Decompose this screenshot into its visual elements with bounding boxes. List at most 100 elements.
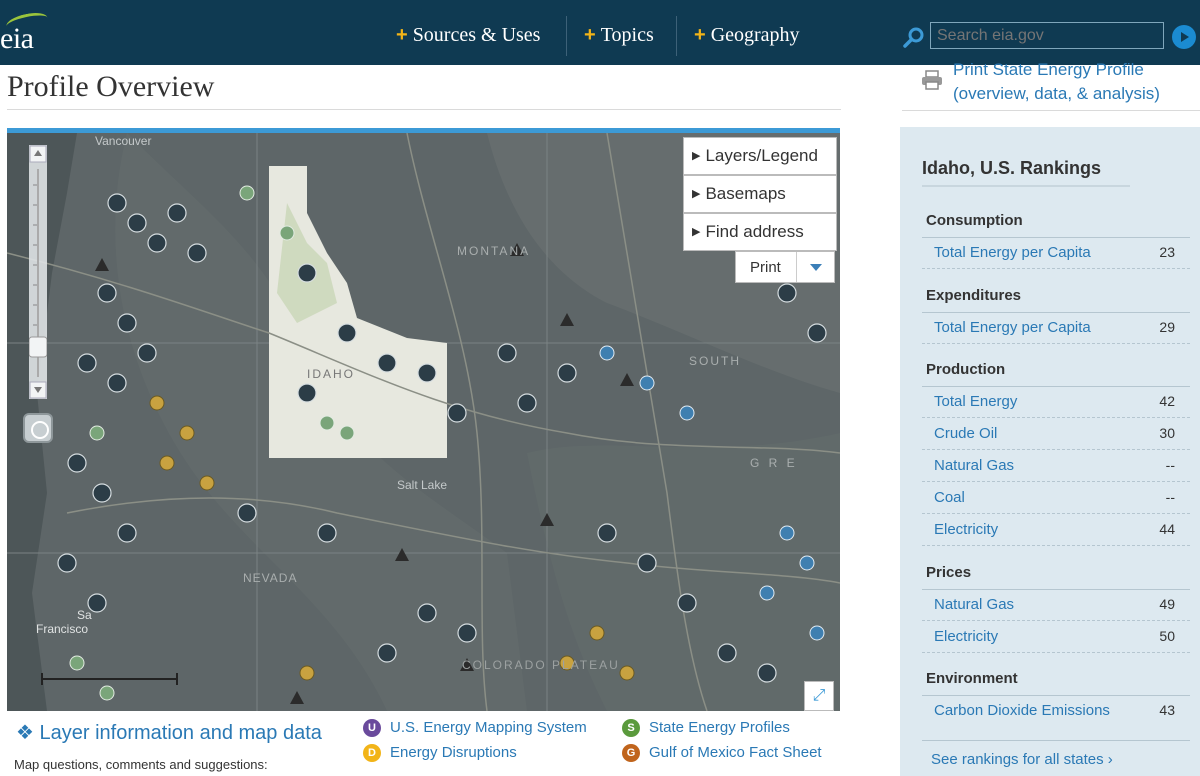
ranking-label[interactable]: Natural Gas [934, 457, 1014, 474]
ranking-row[interactable]: Coal -- [922, 482, 1190, 514]
map-label: COLORADO PLATEAU [462, 658, 620, 672]
rankings-title: Idaho, U.S. Rankings [922, 158, 1102, 178]
link-label: U.S. Energy Mapping System [390, 719, 587, 736]
link-state-energy-profiles[interactable]: S State Energy Profiles [622, 719, 790, 737]
link-label: Energy Disruptions [390, 744, 517, 761]
fullscreen-icon[interactable]: ⤢ [804, 681, 834, 711]
ranking-value: 43 [1159, 702, 1175, 718]
ranking-label[interactable]: Crude Oil [934, 425, 997, 442]
basemaps-button[interactable]: ▶ Basemaps [683, 175, 837, 213]
button-divider [796, 252, 797, 282]
link-energy-disruptions[interactable]: D Energy Disruptions [363, 744, 517, 762]
ranking-row[interactable]: Electricity 50 [922, 621, 1190, 653]
nav-geography[interactable]: + Geography [694, 24, 800, 47]
g-badge-icon: G [622, 744, 640, 762]
section-environment: Environment [926, 670, 1018, 687]
ranking-row[interactable]: Carbon Dioxide Emissions 43 [922, 695, 1190, 727]
zoom-slider[interactable] [29, 145, 47, 399]
rankings-title-underline [922, 185, 1130, 187]
top-navigation-bar: eia + Sources & Uses + Topics + Geography [0, 0, 1200, 65]
section-production: Production [926, 361, 1006, 378]
ranking-value: 23 [1159, 244, 1175, 260]
button-label: Basemaps [705, 184, 786, 203]
map-print-button[interactable]: Print [735, 251, 835, 283]
layer-info-label: Layer information and map data [39, 722, 322, 744]
search-input[interactable] [930, 22, 1164, 49]
map-label: SOUTH [689, 354, 741, 368]
ranking-label[interactable]: Electricity [934, 628, 998, 645]
map-label: Francisco [36, 622, 88, 636]
ranking-label[interactable]: Total Energy per Capita [934, 319, 1091, 336]
ranking-label[interactable]: Total Energy per Capita [934, 244, 1091, 261]
map-label: G R E [750, 456, 798, 470]
title-divider [7, 109, 841, 110]
see-all-rankings-link[interactable]: See rankings for all states › [931, 751, 1113, 768]
map-label: IDAHO [307, 367, 355, 381]
map-label: Sa [77, 608, 92, 622]
search-icon[interactable] [902, 26, 926, 50]
ranking-row[interactable]: Total Energy per Capita 23 [922, 237, 1190, 269]
s-badge-icon: S [622, 719, 640, 737]
expand-triangle-icon: ▶ [692, 188, 701, 200]
ranking-row[interactable]: Crude Oil 30 [922, 418, 1190, 450]
ranking-value: 44 [1159, 521, 1175, 537]
ranking-value: 49 [1159, 596, 1175, 612]
ranking-row[interactable]: Natural Gas -- [922, 450, 1190, 482]
locate-button[interactable] [23, 413, 53, 443]
nav-divider [676, 16, 677, 56]
expand-triangle-icon: ▶ [692, 150, 701, 162]
ranking-row[interactable]: Total Energy 42 [922, 386, 1190, 418]
search-submit-button[interactable] [1172, 25, 1196, 49]
ranking-row[interactable]: Natural Gas 49 [922, 589, 1190, 621]
section-prices: Prices [926, 564, 972, 581]
section-consumption: Consumption [926, 212, 1023, 229]
find-address-button[interactable]: ▶ Find address [683, 213, 837, 251]
eia-logo[interactable]: eia [0, 9, 60, 58]
layers-legend-button[interactable]: ▶ Layers/Legend [683, 137, 837, 175]
d-badge-icon: D [363, 744, 381, 762]
link-label: Gulf of Mexico Fact Sheet [649, 744, 822, 761]
link-gulf-of-mexico[interactable]: G Gulf of Mexico Fact Sheet [622, 744, 822, 762]
section-rule [922, 740, 1190, 741]
layer-info-link[interactable]: ❖ Layer information and map data [16, 720, 322, 745]
section-expenditures: Expenditures [926, 287, 1022, 304]
logo-text: eia [0, 22, 34, 55]
map-label: NEVADA [243, 571, 297, 585]
ranking-label[interactable]: Carbon Dioxide Emissions [934, 702, 1110, 719]
plus-icon: + [584, 24, 596, 46]
sidebar-divider [902, 110, 1200, 111]
nav-sources-uses[interactable]: + Sources & Uses [396, 24, 540, 47]
plus-icon: + [694, 24, 706, 46]
ranking-label[interactable]: Coal [934, 489, 965, 506]
map-questions-text: Map questions, comments and suggestions: [14, 757, 268, 772]
ranking-row[interactable]: Total Energy per Capita 29 [922, 312, 1190, 344]
button-label: Layers/Legend [705, 146, 818, 165]
nav-label: Geography [710, 24, 800, 46]
ranking-value: 42 [1159, 393, 1175, 409]
plus-icon: + [396, 24, 408, 46]
print-state-profile-link[interactable]: Print State Energy Profile (overview, da… [953, 58, 1173, 106]
ranking-label[interactable]: Electricity [934, 521, 998, 538]
link-energy-mapping-system[interactable]: U U.S. Energy Mapping System [363, 719, 587, 737]
nav-label: Topics [600, 24, 654, 46]
nav-topics[interactable]: + Topics [584, 24, 654, 47]
rankings-panel: Idaho, U.S. Rankings Consumption Total E… [900, 127, 1200, 776]
ranking-value: -- [1165, 489, 1175, 505]
ranking-row[interactable]: Electricity 44 [922, 514, 1190, 546]
ranking-value: 30 [1159, 425, 1175, 441]
link-label: State Energy Profiles [649, 719, 790, 736]
ranking-value: -- [1165, 457, 1175, 473]
ranking-value: 50 [1159, 628, 1175, 644]
printer-icon[interactable] [921, 70, 943, 90]
diamond-icon: ❖ [16, 722, 34, 744]
nav-label: Sources & Uses [412, 24, 541, 46]
ranking-label[interactable]: Total Energy [934, 393, 1017, 410]
ranking-value: 29 [1159, 319, 1175, 335]
button-label: Print [750, 259, 781, 276]
dropdown-arrow-icon[interactable] [810, 264, 822, 271]
ranking-label[interactable]: Natural Gas [934, 596, 1014, 613]
button-label: Find address [705, 222, 804, 241]
expand-triangle-icon: ▶ [692, 226, 701, 238]
map-label: Vancouver [95, 134, 151, 148]
energy-map[interactable]: Vancouver MONTANA IDAHO SOUTH G R E Salt… [7, 128, 840, 711]
